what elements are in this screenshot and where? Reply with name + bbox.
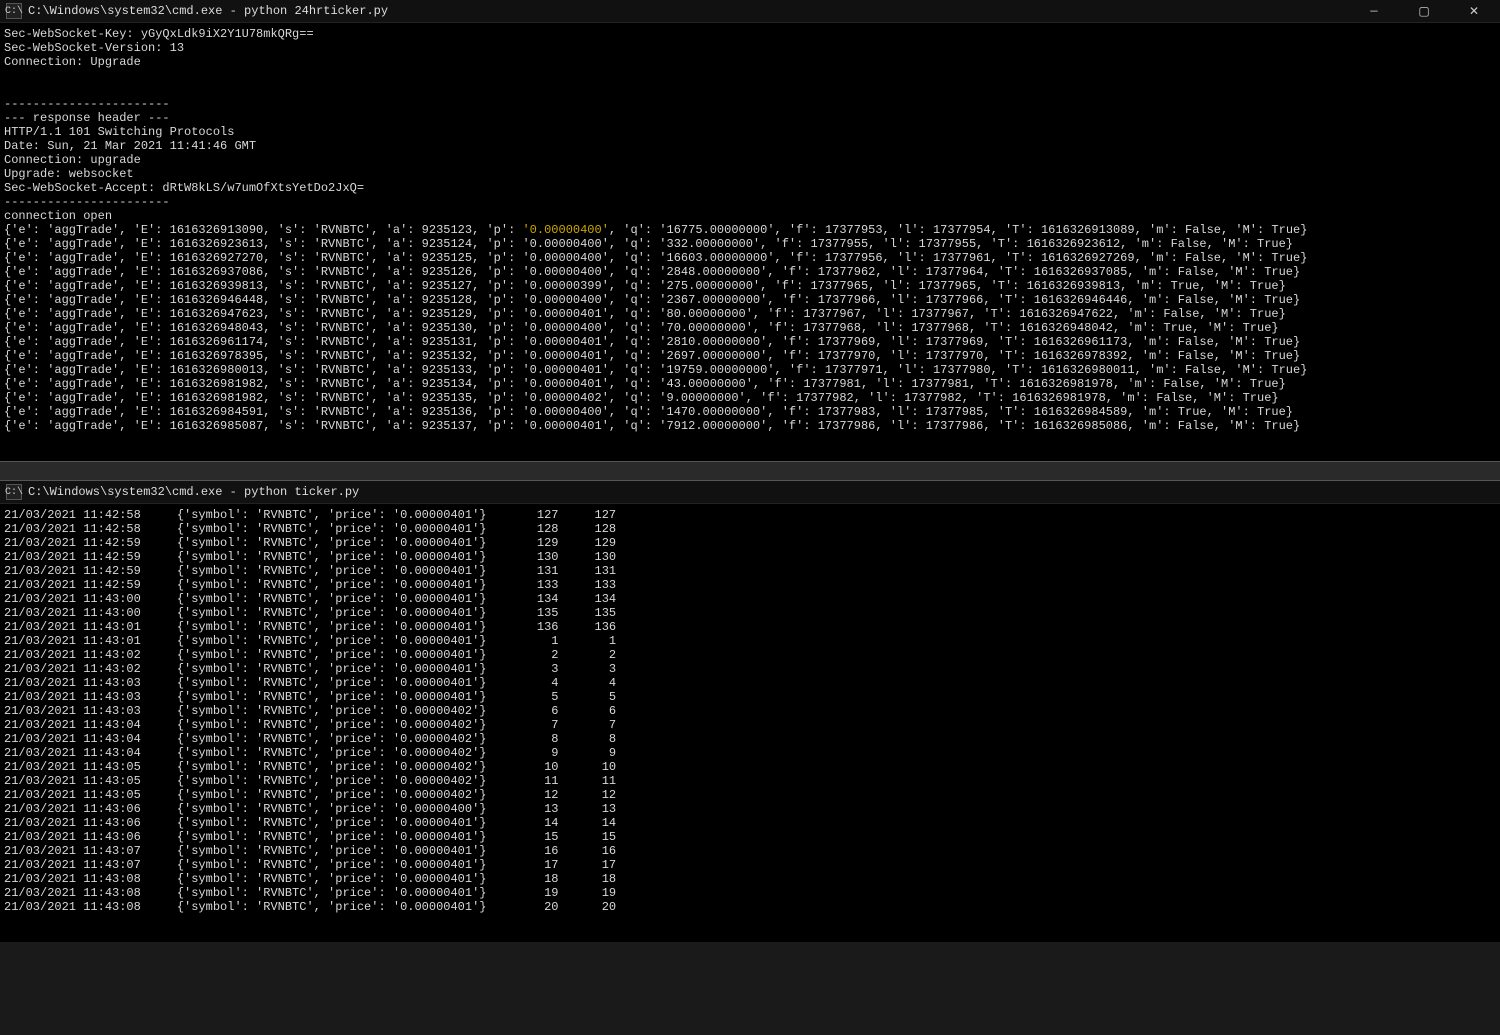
cmd-icon: C:\ [6,484,22,500]
bottom-window-title: C:\Windows\system32\cmd.exe - python tic… [28,485,359,499]
bottom-titlebar[interactable]: C:\ C:\Windows\system32\cmd.exe - python… [0,481,1500,504]
top-terminal-window: C:\ C:\Windows\system32\cmd.exe - python… [0,0,1500,481]
close-button[interactable]: ✕ [1454,1,1494,21]
minimize-button[interactable]: — [1354,1,1394,21]
top-window-title: C:\Windows\system32\cmd.exe - python 24h… [28,4,388,18]
bottom-terminal-output[interactable]: 21/03/2021 11:42:58 {'symbol': 'RVNBTC',… [0,504,1500,942]
window-divider[interactable] [0,461,1500,481]
bottom-terminal-window: C:\ C:\Windows\system32\cmd.exe - python… [0,481,1500,942]
maximize-button[interactable]: ▢ [1404,1,1444,21]
cmd-icon: C:\ [6,3,22,19]
top-titlebar[interactable]: C:\ C:\Windows\system32\cmd.exe - python… [0,0,1500,23]
desktop-gap [0,942,1500,1035]
top-terminal-output[interactable]: Sec-WebSocket-Key: yGyQxLdk9iX2Y1U78mkQR… [0,23,1500,461]
window-buttons: — ▢ ✕ [1354,1,1494,21]
